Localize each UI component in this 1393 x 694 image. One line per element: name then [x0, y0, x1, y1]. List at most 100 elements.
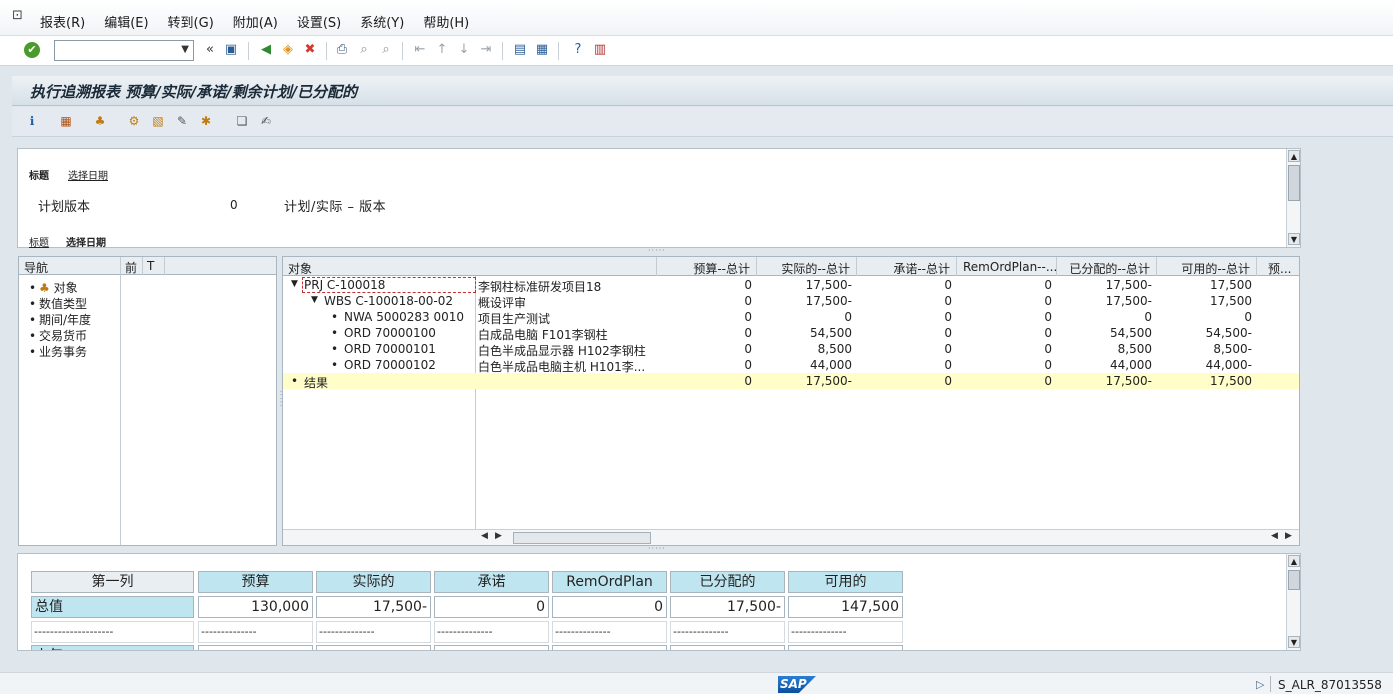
command-field[interactable]: ▼ — [54, 40, 194, 61]
tab-title-bottom[interactable]: 标题 — [29, 234, 49, 249]
scroll-up-icon[interactable]: ▲ — [1288, 555, 1300, 567]
check-icon[interactable]: ✔ — [24, 42, 40, 58]
result-row[interactable]: • 结果 0 17,500- 0 0 17,500- 17,500 — [283, 373, 1299, 390]
budget-cell: 0 — [744, 374, 752, 388]
table-row[interactable]: ▼ WBS C-100018-00-02 概设评审 0 17,500- 0 0 … — [283, 293, 1299, 310]
actual-cell: 17,500- — [805, 278, 852, 292]
remord-cell: 0 — [1044, 278, 1052, 292]
new-session-icon[interactable]: ▤ — [512, 42, 528, 58]
scroll-right-icon[interactable]: ▶ — [495, 531, 502, 541]
last-page-icon[interactable]: ⇥ — [478, 42, 494, 58]
splitter-handle[interactable]: ····· — [648, 246, 666, 255]
grid-horizontal-scrollbar[interactable]: ◀ ▶ ◀ ▶ — [283, 529, 1299, 545]
exit-icon[interactable]: ◈ — [280, 42, 296, 58]
nav-item-object[interactable]: • ♣ 对象 — [29, 279, 78, 296]
nav-item-period-year[interactable]: • 期间/年度 — [29, 311, 91, 328]
header-scrollbar[interactable]: ▲ ▼ — [1286, 149, 1300, 247]
allocated-cell: 8,500 — [1117, 342, 1152, 356]
cancel-icon[interactable]: ✖ — [302, 42, 318, 58]
summary-total-commit: 0 — [434, 596, 549, 618]
expand-arrow-icon[interactable]: ▼ — [311, 295, 318, 305]
print-icon[interactable]: ⎙ — [334, 42, 350, 58]
expand-arrow-icon[interactable]: ▼ — [291, 279, 298, 289]
table-row[interactable]: • NWA 5000283 0010 项目生产测试 0 0 0 0 0 0 — [283, 309, 1299, 326]
note-icon[interactable]: ✍ — [258, 113, 274, 129]
tab-title[interactable]: 标题 — [29, 167, 49, 182]
hierarchy-icon[interactable]: ♣ — [92, 113, 108, 129]
help-icon[interactable]: ? — [570, 42, 586, 58]
scroll-left-icon[interactable]: ◀ — [481, 531, 488, 541]
scroll-thumb[interactable] — [1288, 165, 1300, 201]
actual-cell: 54,500 — [810, 326, 852, 340]
shortcut-icon[interactable]: ▦ — [534, 42, 550, 58]
menu-goto[interactable]: 转到(G) — [168, 12, 214, 31]
table-row[interactable]: • ORD 70000101 白色半成品显示器 H102李钢柱 0 8,500 … — [283, 341, 1299, 358]
summary-scrollbar[interactable]: ▲ ▼ — [1286, 554, 1300, 650]
tab-selection-date-bottom[interactable]: 选择日期 — [66, 234, 106, 249]
menu-list-icon[interactable]: ⊡ — [12, 9, 26, 23]
navigation-icon[interactable]: ▧ — [150, 113, 166, 129]
drilldown-icon[interactable]: ⚙ — [126, 113, 142, 129]
tab-selection-date[interactable]: 选择日期 — [68, 167, 108, 182]
scroll-down-icon[interactable]: ▼ — [1288, 636, 1300, 648]
nav-item-currency[interactable]: • 交易货币 — [29, 327, 87, 344]
scroll-left-icon[interactable]: ◀ — [1271, 531, 1278, 541]
summary-header-available: 可用的 — [788, 571, 903, 593]
menu-settings[interactable]: 设置(S) — [297, 12, 341, 31]
menu-extras[interactable]: 附加(A) — [233, 12, 278, 31]
menu-help[interactable]: 帮助(H) — [423, 12, 469, 31]
nav-item-value-type[interactable]: • 数值类型 — [29, 295, 87, 312]
summary-header-budget: 预算 — [198, 571, 313, 593]
navigation-col-t[interactable]: T — [147, 259, 154, 273]
menu-edit[interactable]: 编辑(E) — [104, 12, 148, 31]
status-separator — [1270, 676, 1271, 692]
next-page-icon[interactable]: ↓ — [456, 42, 472, 58]
info-icon[interactable]: ℹ — [24, 113, 40, 129]
column-divider — [120, 257, 121, 545]
report-settings-icon[interactable]: ▦ — [58, 113, 74, 129]
collapse-command-icon[interactable]: « — [202, 42, 218, 58]
remord-cell: 0 — [1044, 326, 1052, 340]
chevron-down-icon[interactable]: ▼ — [181, 44, 189, 55]
scroll-up-icon[interactable]: ▲ — [1288, 150, 1300, 162]
column-header[interactable]: 预算--总计 — [693, 260, 750, 277]
scroll-thumb[interactable] — [513, 532, 651, 544]
summary-separator: -------------- — [316, 621, 431, 643]
save-icon[interactable]: ▣ — [223, 42, 239, 58]
column-header[interactable]: 对象 — [288, 260, 312, 277]
edit-icon[interactable]: ✎ — [174, 113, 190, 129]
remord-cell: 0 — [1044, 358, 1052, 372]
find-icon[interactable]: ⌕ — [356, 42, 372, 58]
transaction-code: S_ALR_87013558 — [1278, 678, 1382, 692]
scroll-thumb[interactable] — [1288, 570, 1300, 590]
allocated-cell: 17,500- — [1105, 294, 1152, 308]
nav-item-business-transaction[interactable]: • 业务事务 — [29, 343, 87, 360]
find-next-icon[interactable]: ⌕ — [378, 42, 394, 58]
column-header[interactable]: 预... — [1268, 260, 1291, 277]
menu-report[interactable]: 报表(R) — [40, 12, 85, 31]
menu-system[interactable]: 系统(Y) — [360, 12, 404, 31]
column-header[interactable]: 承诺--总计 — [893, 260, 950, 277]
prev-page-icon[interactable]: ↑ — [434, 42, 450, 58]
scroll-right-icon[interactable]: ▶ — [1285, 531, 1292, 541]
back-icon[interactable]: ◀ — [258, 42, 274, 58]
splitter-handle[interactable]: ····· — [648, 544, 666, 553]
first-page-icon[interactable]: ⇤ — [412, 42, 428, 58]
scroll-down-icon[interactable]: ▼ — [1288, 233, 1300, 245]
customize-layout-icon[interactable]: ▥ — [592, 42, 608, 58]
column-header[interactable]: 可用的--总计 — [1181, 260, 1250, 277]
summary-total-label: 总值 — [31, 596, 194, 618]
table-row[interactable]: • ORD 70000100 白成品电脑 F101李钢柱 0 54,500 0 … — [283, 325, 1299, 342]
table-row[interactable]: • ORD 70000102 白色半成品电脑主机 H101李... 0 44,0… — [283, 357, 1299, 374]
column-header[interactable]: 实际的--总计 — [781, 260, 850, 277]
column-header[interactable]: RemOrdPlan--... — [963, 260, 1057, 274]
commit-cell: 0 — [944, 310, 952, 324]
variable-icon[interactable]: ✱ — [198, 113, 214, 129]
summary-separator: -------------------- — [31, 621, 194, 643]
commit-cell: 0 — [944, 278, 952, 292]
navigation-col-prev[interactable]: 前 — [125, 259, 137, 276]
document-icon[interactable]: ❏ — [234, 113, 250, 129]
status-toggle-icon[interactable]: ▷ — [1256, 678, 1264, 691]
table-row[interactable]: ▼ PRJ C-100018 李钢柱标准研发项目18 0 17,500- 0 0… — [283, 277, 1299, 294]
column-header[interactable]: 已分配的--总计 — [1069, 260, 1150, 277]
